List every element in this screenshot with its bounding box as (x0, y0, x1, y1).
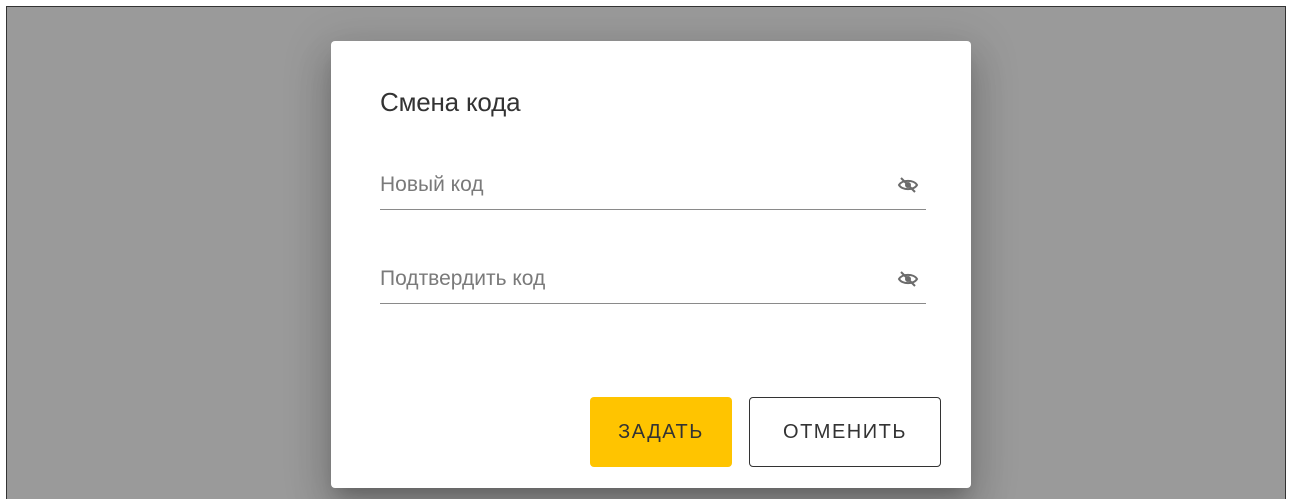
change-code-dialog: Смена кода ЗАДАТЬ ОТМЕНИТЬ (331, 41, 971, 488)
new-code-field (380, 165, 926, 210)
new-code-input[interactable] (380, 165, 880, 205)
confirm-code-field (380, 259, 926, 304)
cancel-button[interactable]: ОТМЕНИТЬ (749, 397, 941, 467)
eye-off-icon[interactable] (897, 270, 919, 288)
confirm-code-input[interactable] (380, 259, 880, 299)
dialog-title: Смена кода (380, 87, 521, 117)
eye-off-icon[interactable] (897, 176, 919, 194)
set-button[interactable]: ЗАДАТЬ (590, 397, 732, 467)
dialog-actions: ЗАДАТЬ ОТМЕНИТЬ (590, 397, 941, 467)
screen: Смена кода ЗАДАТЬ ОТМЕНИТЬ (0, 0, 1291, 499)
